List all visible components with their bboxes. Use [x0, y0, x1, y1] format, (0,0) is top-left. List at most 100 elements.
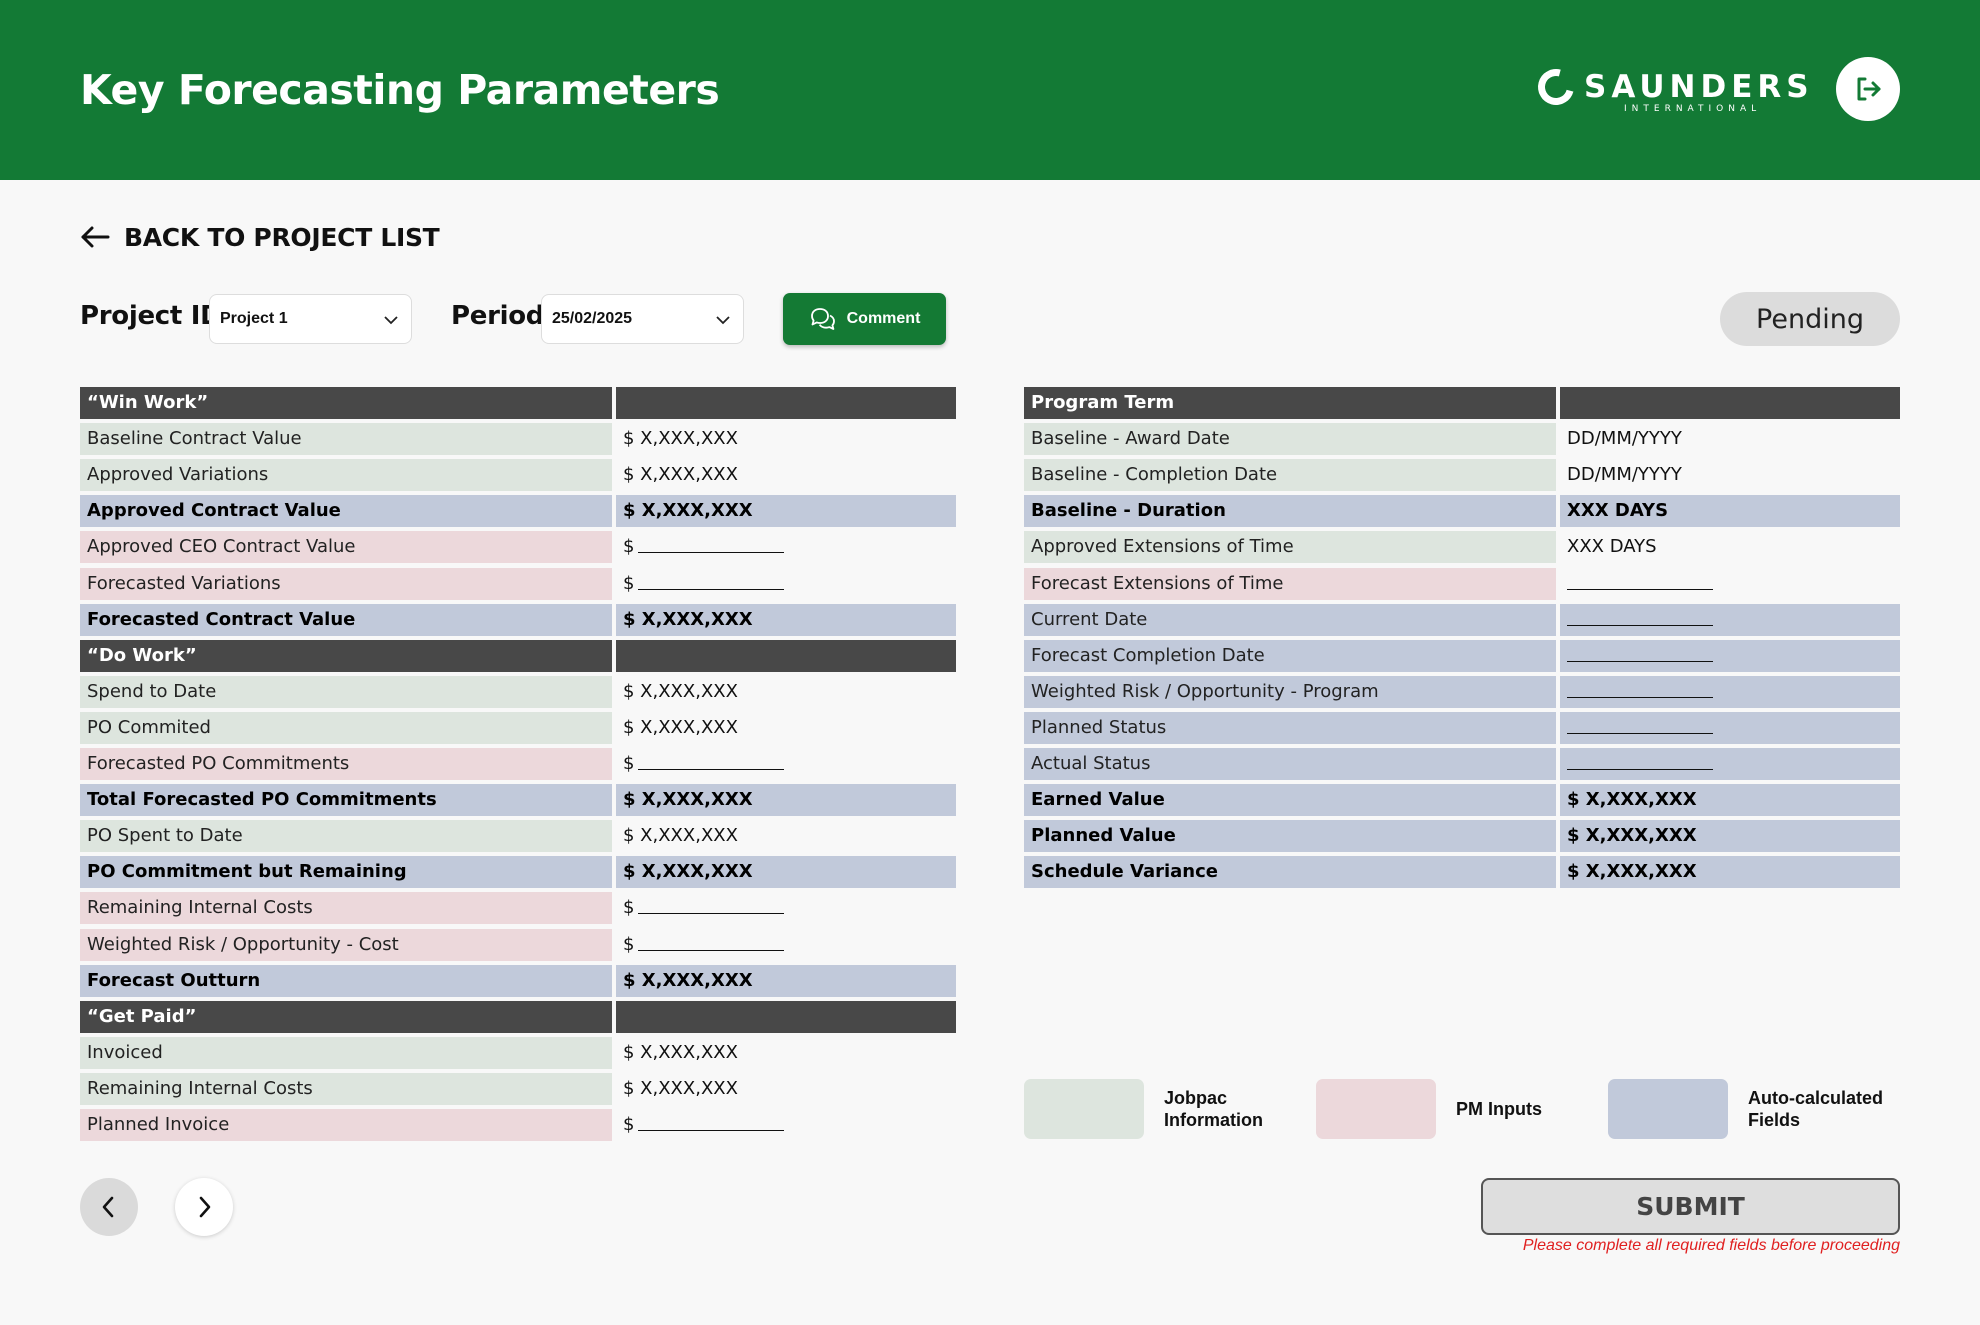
value-input[interactable] [1560, 568, 1900, 600]
value-text: $ X,XXX,XXX [623, 680, 738, 702]
chevron-left-icon [102, 1196, 114, 1218]
row-label: Forecasted Variations [80, 567, 612, 600]
table-row: Forecasted Variations $ [80, 567, 956, 600]
chevron-right-icon [199, 1196, 211, 1218]
row-value: $ X,XXX,XXX [616, 603, 956, 636]
table-row: Forecasted Contract Value $ X,XXX,XXX [80, 603, 956, 636]
value-input[interactable] [1560, 603, 1900, 636]
table-row: Schedule Variance $ X,XXX,XXX [1024, 856, 1900, 889]
previous-page-button[interactable] [80, 1178, 138, 1236]
value-input[interactable]: $ [616, 1109, 956, 1141]
row-label: Weighted Risk / Opportunity - Cost [80, 928, 612, 961]
submit-warning: Please complete all required fields befo… [1522, 1237, 1900, 1254]
row-value: $ X,XXX,XXX [616, 495, 956, 528]
app-header: Key Forecasting Parameters SAUNDERS INTE… [0, 0, 1980, 180]
table-row: Actual Status [1024, 748, 1900, 780]
table-row: Approved Contract Value $ X,XXX,XXX [80, 495, 956, 528]
input-underline[interactable] [1567, 568, 1713, 590]
row-label: Remaining Internal Costs [80, 892, 612, 925]
value-input[interactable] [1560, 748, 1900, 780]
table-row: Forecast Extensions of Time [1024, 567, 1900, 600]
value-text: $ [623, 536, 635, 558]
value-input[interactable] [1560, 675, 1900, 708]
table-row: Current Date [1024, 603, 1900, 636]
back-label: BACK TO PROJECT LIST [124, 222, 440, 252]
row-value: $ X,XXX,XXX [616, 423, 956, 455]
row-label: Current Date [1024, 603, 1556, 636]
value-input[interactable]: $ [616, 748, 956, 780]
row-label: Remaining Internal Costs [80, 1072, 612, 1105]
comment-button[interactable]: Comment [783, 293, 946, 345]
row-value [616, 1000, 956, 1033]
row-label: Baseline - Completion Date [1024, 459, 1556, 492]
logo-subtitle: INTERNATIONAL [1624, 104, 1762, 114]
row-label: Earned Value [1024, 784, 1556, 817]
input-underline[interactable] [1567, 676, 1713, 698]
input-underline[interactable] [638, 531, 785, 554]
input-underline[interactable] [1567, 640, 1713, 662]
page-title: Key Forecasting Parameters [80, 66, 720, 114]
period-label: Period [451, 301, 545, 331]
period-select[interactable]: 25/02/2025 [541, 294, 744, 344]
table-row: “Do Work” [80, 639, 956, 672]
arrow-left-icon [81, 226, 110, 248]
row-label: Forecasted Contract Value [80, 603, 612, 636]
row-value: $ X,XXX,XXX [616, 676, 956, 708]
input-underline[interactable] [1567, 604, 1713, 626]
row-label: “Do Work” [80, 639, 612, 672]
value-input[interactable]: $ [616, 531, 956, 563]
value-input[interactable] [1560, 639, 1900, 672]
input-underline[interactable] [638, 568, 785, 590]
back-to-project-list-link[interactable]: BACK TO PROJECT LIST [80, 219, 440, 255]
row-value: $ X,XXX,XXX [616, 1037, 956, 1069]
logout-button[interactable] [1836, 57, 1900, 121]
row-label: PO Spent to Date [80, 820, 612, 853]
input-underline[interactable] [638, 892, 785, 915]
table-row: Forecasted PO Commitments $ [80, 748, 956, 780]
table-row: Baseline Contract Value $ X,XXX,XXX [80, 423, 956, 456]
row-value: $ X,XXX,XXX [616, 964, 956, 997]
input-underline[interactable] [1567, 748, 1713, 770]
table-row: Baseline - Completion Date DD/MM/YYYY [1024, 459, 1900, 492]
value-text: $ X,XXX,XXX [623, 825, 738, 847]
next-page-button[interactable] [175, 1178, 233, 1236]
row-label: Program Term [1024, 387, 1556, 419]
input-underline[interactable] [1567, 712, 1713, 734]
project-id-value: Project 1 [220, 310, 288, 327]
chevron-down-icon [716, 316, 730, 325]
row-value [616, 387, 956, 419]
table-row: PO Commited $ X,XXX,XXX [80, 711, 956, 744]
value-input[interactable] [1560, 711, 1900, 744]
row-value: $ X,XXX,XXX [616, 1073, 956, 1105]
value-text: $ X,XXX,XXX [623, 608, 753, 630]
value-input[interactable]: $ [616, 568, 956, 600]
row-label: Schedule Variance [1024, 856, 1556, 889]
row-label: Total Forecasted PO Commitments [80, 784, 612, 817]
logo-ring-icon [1531, 62, 1581, 112]
row-label: Spend to Date [80, 675, 612, 708]
row-value [616, 639, 956, 672]
table-row: Approved Variations $ X,XXX,XXX [80, 459, 956, 492]
submit-button[interactable]: SUBMIT [1481, 1178, 1900, 1235]
table-row: “Win Work” [80, 387, 956, 419]
row-value: $ X,XXX,XXX [616, 784, 956, 817]
input-underline[interactable] [638, 929, 785, 951]
row-label: Actual Status [1024, 748, 1556, 780]
row-label: Baseline - Duration [1024, 495, 1556, 528]
row-value: $ X,XXX,XXX [1560, 820, 1900, 853]
row-label: Weighted Risk / Opportunity - Program [1024, 675, 1556, 708]
row-value: $ X,XXX,XXX [1560, 784, 1900, 817]
legend-swatch-jobpac [1024, 1079, 1144, 1139]
value-text: DD/MM/YYYY [1567, 464, 1682, 486]
input-underline[interactable] [638, 1109, 785, 1131]
project-id-select[interactable]: Project 1 [209, 294, 412, 344]
row-label: “Win Work” [80, 387, 612, 419]
value-input[interactable]: $ [616, 892, 956, 924]
row-value: $ X,XXX,XXX [616, 856, 956, 889]
value-input[interactable]: $ [616, 929, 956, 961]
input-underline[interactable] [638, 748, 785, 770]
value-text: $ [623, 753, 635, 774]
row-label: Forecast Completion Date [1024, 639, 1556, 672]
row-value: $ X,XXX,XXX [616, 712, 956, 744]
row-label: Invoiced [80, 1036, 612, 1069]
